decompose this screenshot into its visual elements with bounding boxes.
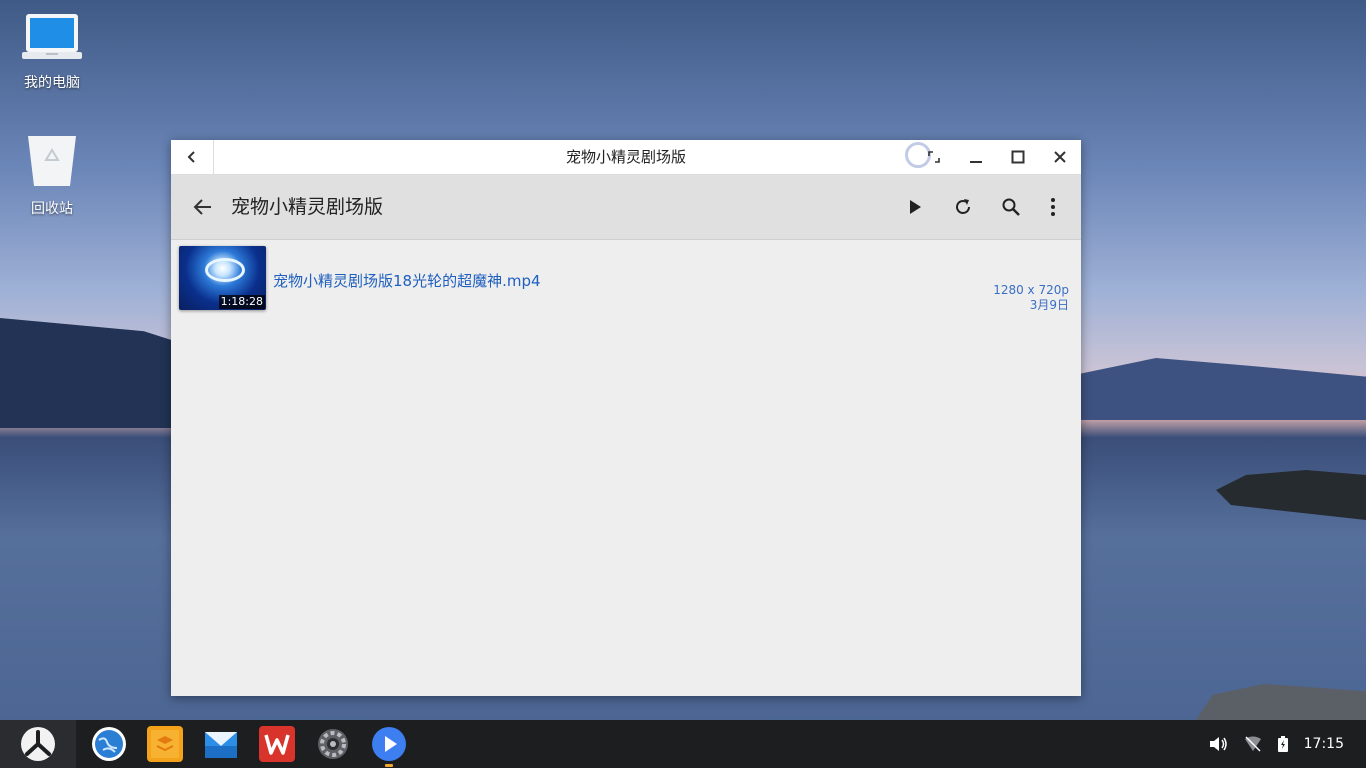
clock[interactable]: 17:15 [1304, 736, 1344, 752]
minimize-button[interactable] [955, 140, 997, 174]
maximize-icon [1011, 150, 1025, 164]
navigate-back-button[interactable] [185, 189, 221, 225]
video-thumbnail: 1:18:28 [179, 246, 266, 310]
app-toolbar: 宠物小精灵剧场版 [171, 175, 1081, 240]
fullscreen-button[interactable] [913, 140, 955, 174]
taskbar-browser[interactable] [91, 726, 127, 762]
desktop-icon-label: 回收站 [31, 201, 73, 217]
chevron-left-icon [187, 151, 195, 163]
desktop-wallpaper-mountain-right [1066, 358, 1366, 420]
taskbar-settings[interactable] [315, 726, 351, 762]
taskbar-files[interactable] [147, 726, 183, 762]
battery-charging-icon [1277, 736, 1288, 752]
mail-icon [205, 732, 237, 758]
browser-icon [92, 727, 126, 761]
desktop-wallpaper-rocks-bottom [1196, 684, 1366, 720]
desktop-icon-my-computer[interactable]: 我的电脑 [12, 12, 92, 92]
arrow-left-icon [193, 199, 211, 215]
battery-button[interactable] [1277, 736, 1288, 752]
network-button[interactable] [1244, 736, 1262, 752]
maximize-button[interactable] [997, 140, 1039, 174]
video-resolution: 1280 x 720p [993, 283, 1069, 297]
window-back-button[interactable] [171, 140, 214, 174]
video-list-item[interactable]: 1:18:28 宠物小精灵剧场版18光轮的超魔神.mp4 1280 x 720p… [179, 246, 1075, 312]
taskbar: 17:15 [0, 720, 1366, 768]
wps-icon [264, 734, 290, 755]
volume-button[interactable] [1208, 735, 1228, 753]
taskbar-mail[interactable] [203, 726, 239, 762]
search-icon [1002, 198, 1020, 216]
folder-title: 宠物小精灵剧场版 [231, 196, 384, 218]
close-icon [1054, 151, 1066, 163]
taskbar-wps[interactable] [259, 726, 295, 762]
more-vertical-icon [1051, 198, 1055, 216]
close-button[interactable] [1039, 140, 1081, 174]
volume-icon [1209, 737, 1227, 751]
refresh-button[interactable] [939, 183, 987, 231]
more-options-button[interactable] [1035, 183, 1071, 231]
system-tray: 17:15 [1200, 720, 1366, 768]
files-icon [151, 730, 179, 758]
play-icon [910, 200, 921, 214]
window-titlebar[interactable]: 宠物小精灵剧场版 [171, 140, 1081, 175]
active-app-indicator [385, 764, 393, 767]
play-all-button[interactable] [891, 183, 939, 231]
video-duration: 1:18:28 [218, 295, 265, 309]
start-logo-icon [21, 727, 55, 761]
wifi-off-icon [1244, 736, 1261, 752]
laptop-icon [22, 14, 82, 59]
video-filename: 宠物小精灵剧场版18光轮的超魔神.mp4 [273, 272, 541, 290]
desktop-wallpaper-rocks [1216, 470, 1366, 520]
desktop-icon-label: 我的电脑 [24, 75, 80, 91]
minimize-icon [970, 161, 982, 163]
desktop-icon-recycle-bin[interactable]: 回收站 [12, 134, 92, 218]
refresh-icon [956, 199, 970, 214]
expand-icon [928, 151, 940, 163]
video-meta: 1280 x 720p 3月9日 [993, 283, 1069, 313]
recycle-bin-icon [28, 136, 76, 186]
start-menu-button[interactable] [0, 720, 76, 768]
search-button[interactable] [987, 183, 1035, 231]
video-player-icon [372, 727, 406, 761]
video-player-window: 宠物小精灵剧场版 宠物小精灵剧场版 1:18:28 宠物小精灵剧场版18光轮的超… [171, 140, 1081, 696]
settings-icon [318, 729, 348, 759]
taskbar-video-player[interactable] [371, 726, 407, 762]
video-date: 3月9日 [1029, 298, 1069, 312]
